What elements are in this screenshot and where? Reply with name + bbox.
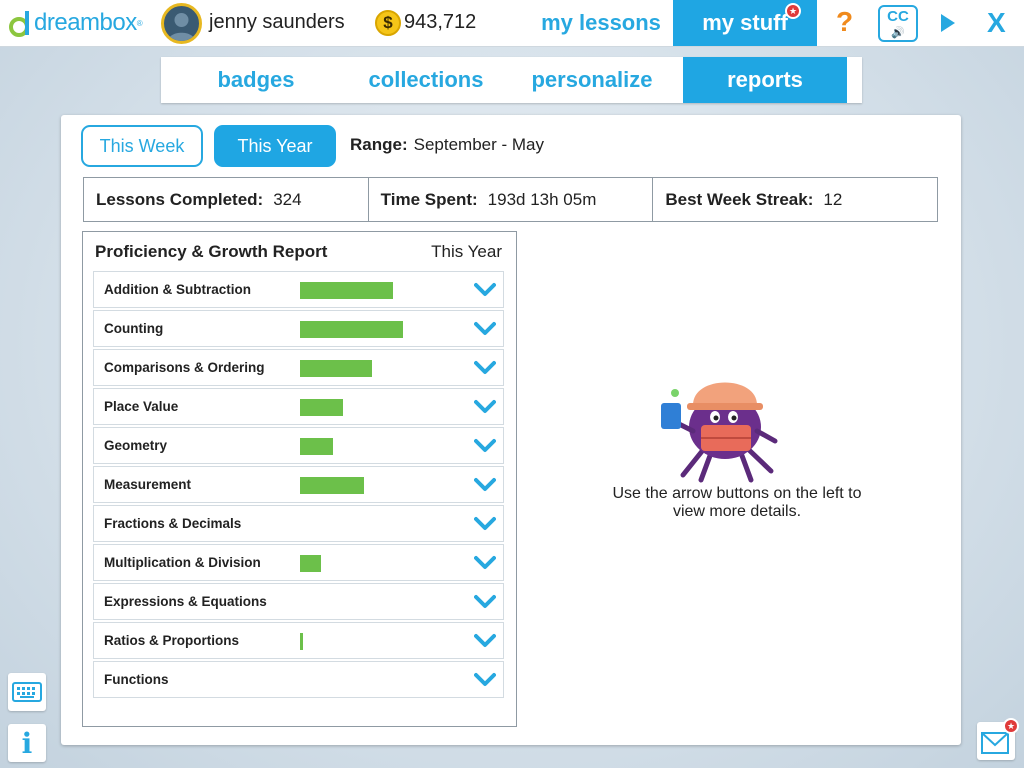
proficiency-bar (300, 477, 364, 494)
brand-name: dreambox (34, 9, 137, 36)
tab-personalize[interactable]: personalize (501, 57, 683, 103)
report-row[interactable]: Expressions & Equations (93, 583, 504, 620)
nav-my-stuff-label: my stuff (702, 10, 788, 35)
proficiency-bar (300, 555, 321, 572)
report-period: This Year (431, 242, 502, 261)
proficiency-bar (300, 282, 393, 299)
details-hint: Use the arrow buttons on the left to vie… (612, 485, 862, 520)
report-row[interactable]: Counting (93, 310, 504, 347)
report-row-label: Comparisons & Ordering (104, 360, 265, 375)
report-title: Proficiency & Growth Report (95, 242, 328, 261)
coin-balance: 943,712 (404, 11, 477, 33)
proficiency-bar (300, 360, 372, 377)
messages-button[interactable]: ★ (977, 718, 1019, 760)
avatar[interactable] (161, 3, 202, 44)
chevron-down-icon[interactable] (474, 436, 496, 456)
chevron-down-icon[interactable] (474, 592, 496, 612)
stat-label: Best Week Streak: (665, 189, 814, 209)
date-range: Range: September - May (350, 135, 544, 155)
report-row[interactable]: Comparisons & Ordering (93, 349, 504, 386)
range-value: September - May (413, 135, 545, 154)
chevron-down-icon[interactable] (474, 670, 496, 690)
stat-value: 193d 13h 05m (487, 189, 597, 209)
report-row[interactable]: Ratios & Proportions (93, 622, 504, 659)
brand-trademark: ® (136, 18, 143, 28)
stat-value: 324 (273, 189, 302, 209)
reports-panel: This Week This Year Range: September - Ma… (61, 115, 961, 745)
report-row-label: Expressions & Equations (104, 594, 267, 609)
report-rows: Addition & Subtraction Counting Comparison… (93, 271, 504, 700)
help-button[interactable]: ? (836, 6, 853, 38)
chevron-down-icon[interactable] (474, 631, 496, 651)
notification-star-icon: ★ (785, 3, 801, 19)
info-button[interactable]: i (8, 724, 46, 762)
close-button[interactable]: X (987, 7, 1006, 39)
chevron-down-icon[interactable] (474, 475, 496, 495)
info-icon: i (21, 726, 33, 760)
report-row[interactable]: Measurement (93, 466, 504, 503)
user-avatar-icon (168, 13, 195, 41)
report-row[interactable]: Place Value (93, 388, 504, 425)
proficiency-report: Proficiency & Growth Report This Year Ad… (82, 231, 517, 727)
report-row-label: Ratios & Proportions (104, 633, 240, 648)
dreambox-logo: dreambox ® (8, 8, 143, 38)
tab-badges[interactable]: badges (161, 57, 351, 103)
my-stuff-subtabs: badges collections personalize reports (161, 57, 862, 103)
tab-reports[interactable]: reports (683, 57, 847, 103)
keyboard-button[interactable] (8, 673, 46, 711)
stat-time-spent: Time Spent: 193d 13h 05m (367, 178, 653, 221)
mascot-illustration (661, 382, 778, 483)
report-row[interactable]: Addition & Subtraction (93, 271, 504, 308)
tab-collections[interactable]: collections (351, 57, 501, 103)
chevron-down-icon[interactable] (474, 397, 496, 417)
report-row-label: Addition & Subtraction (104, 282, 251, 297)
chevron-down-icon[interactable] (474, 358, 496, 378)
cc-label: CC (887, 8, 909, 25)
username: jenny saunders (209, 11, 345, 33)
proficiency-bar (300, 399, 343, 416)
stat-best-week-streak: Best Week Streak: 12 (652, 178, 937, 221)
this-week-button[interactable]: This Week (81, 125, 203, 167)
chevron-down-icon[interactable] (474, 280, 496, 300)
play-icon[interactable] (941, 14, 955, 32)
dreambox-d-icon (9, 11, 29, 37)
report-row-label: Counting (104, 321, 164, 336)
nav-my-stuff[interactable]: my stuff ★ (673, 0, 817, 46)
proficiency-bar (300, 438, 333, 455)
closed-captions-button[interactable]: CC 🔊 (878, 5, 918, 42)
report-row-label: Geometry (104, 438, 168, 453)
report-row-label: Measurement (104, 477, 192, 492)
stat-label: Lessons Completed: (96, 189, 264, 209)
top-bar: dreambox ® jenny saunders $ 943,712 my l… (0, 0, 1024, 47)
speaker-icon: 🔊 (891, 27, 905, 39)
stat-label: Time Spent: (380, 189, 478, 209)
keyboard-icon (12, 682, 42, 702)
report-row[interactable]: Multiplication & Division (93, 544, 504, 581)
report-row-label: Functions (104, 672, 169, 687)
report-row[interactable]: Geometry (93, 427, 504, 464)
coin-icon: $ (375, 10, 401, 36)
summary-stats: Lessons Completed: 324 Time Spent: 193d … (83, 177, 938, 222)
nav-my-lessons[interactable]: my lessons (535, 0, 667, 46)
stat-value: 12 (823, 189, 843, 209)
notification-star-icon: ★ (1003, 718, 1019, 734)
stat-lessons-completed: Lessons Completed: 324 (84, 178, 368, 221)
report-row-label: Multiplication & Division (104, 555, 261, 570)
proficiency-bar (300, 321, 403, 338)
chevron-down-icon[interactable] (474, 319, 496, 339)
report-row-label: Place Value (104, 399, 179, 414)
range-label: Range: (350, 135, 408, 154)
chevron-down-icon[interactable] (474, 553, 496, 573)
this-year-button[interactable]: This Year (214, 125, 336, 167)
chevron-down-icon[interactable] (474, 514, 496, 534)
report-row[interactable]: Functions (93, 661, 504, 698)
report-row-label: Fractions & Decimals (104, 516, 242, 531)
proficiency-bar (300, 633, 303, 650)
report-row[interactable]: Fractions & Decimals (93, 505, 504, 542)
